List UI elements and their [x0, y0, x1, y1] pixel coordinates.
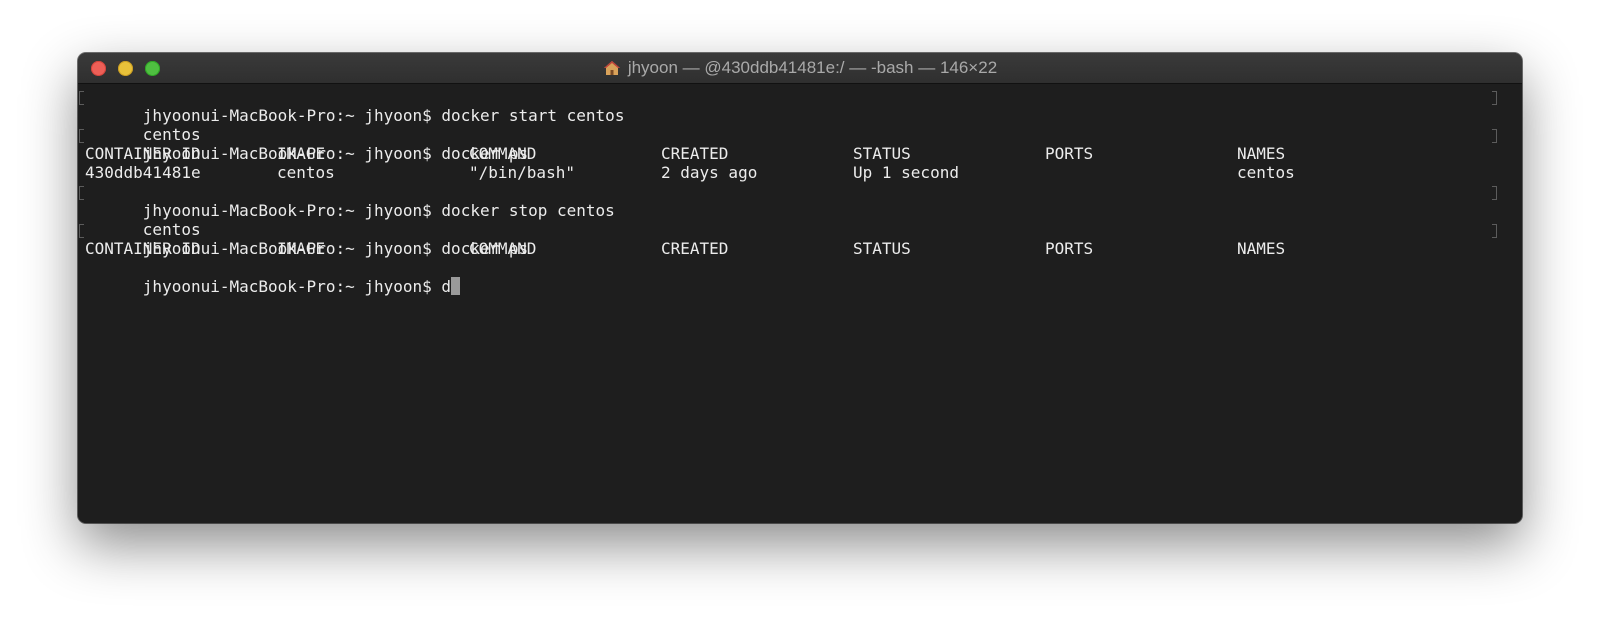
header-container-id: CONTAINER ID — [85, 144, 201, 163]
window-title-area: jhyoon — @430ddb41481e:/ — -bash — 146×2… — [78, 53, 1522, 83]
table-row: 430ddb41481e centos "/bin/bash" 2 days a… — [85, 163, 1485, 182]
cell-names: centos — [1237, 163, 1295, 182]
terminal-content[interactable]: jhyoonui-MacBook-Pro:~ jhyoon$ docker st… — [78, 84, 1522, 523]
mark-bracket-icon — [79, 129, 84, 143]
mark-bracket-icon — [1492, 129, 1497, 143]
command-line: jhyoonui-MacBook-Pro:~ jhyoon$ docker st… — [79, 87, 1497, 125]
cell-command: "/bin/bash" — [469, 163, 575, 182]
header-status: STATUS — [853, 144, 911, 163]
header-ports: PORTS — [1045, 144, 1094, 163]
header-ports: PORTS — [1045, 239, 1094, 258]
header-created: CREATED — [661, 144, 729, 163]
table-header-row: CONTAINER ID IMAGE COMMAND CREATED STATU… — [85, 144, 1485, 163]
table-header-row: CONTAINER ID IMAGE COMMAND CREATED STATU… — [85, 239, 1485, 258]
mark-bracket-icon — [1492, 91, 1497, 105]
text-cursor — [451, 277, 461, 295]
header-command: COMMAND — [469, 144, 537, 163]
output-line: centos — [85, 106, 201, 144]
header-names: NAMES — [1237, 144, 1286, 163]
cell-created: 2 days ago — [661, 163, 758, 182]
mark-bracket-icon — [1492, 186, 1497, 200]
shell-prompt: jhyoonui-MacBook-Pro:~ jhyoon$ — [142, 277, 442, 296]
cell-status: Up 1 second — [853, 163, 959, 182]
header-created: CREATED — [661, 239, 729, 258]
header-container-id: CONTAINER ID — [85, 239, 201, 258]
mark-bracket-icon — [79, 91, 84, 105]
cell-image: centos — [277, 163, 335, 182]
mark-bracket-icon — [1492, 224, 1497, 238]
active-prompt-line[interactable]: jhyoonui-MacBook-Pro:~ jhyoon$ d — [85, 258, 461, 296]
header-names: NAMES — [1237, 239, 1286, 258]
header-image: IMAGE — [277, 144, 326, 163]
title-bar[interactable]: jhyoon — @430ddb41481e:/ — -bash — 146×2… — [78, 53, 1522, 84]
command-text: docker stop centos — [441, 201, 615, 220]
current-input[interactable]: d — [441, 277, 451, 296]
header-status: STATUS — [853, 239, 911, 258]
command-line: jhyoonui-MacBook-Pro:~ jhyoon$ docker ps — [79, 125, 1497, 163]
command-line: jhyoonui-MacBook-Pro:~ jhyoon$ docker ps — [79, 220, 1497, 258]
cell-container-id: 430ddb41481e — [85, 163, 201, 182]
header-image: IMAGE — [277, 239, 326, 258]
header-command: COMMAND — [469, 239, 537, 258]
command-text: docker start centos — [441, 106, 625, 125]
terminal-window: jhyoon — @430ddb41481e:/ — -bash — 146×2… — [78, 53, 1522, 523]
command-line: jhyoonui-MacBook-Pro:~ jhyoon$ docker st… — [79, 182, 1497, 220]
output-line: centos — [85, 201, 201, 239]
mark-bracket-icon — [79, 224, 84, 238]
window-title: jhyoon — @430ddb41481e:/ — -bash — 146×2… — [627, 58, 998, 77]
mark-bracket-icon — [79, 186, 84, 200]
home-icon — [603, 61, 620, 75]
